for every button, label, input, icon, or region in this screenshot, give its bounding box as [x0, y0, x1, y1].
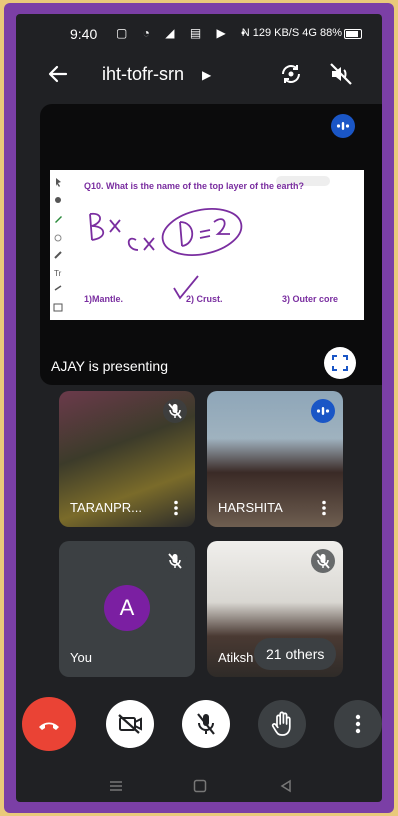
more-options-icon[interactable]	[167, 499, 185, 517]
participant-name: Atiksh	[218, 650, 254, 665]
phone-screen: 9:40 ▢ ◔ ◢ ▤ ▶ • N 129 KB/S 4G 88% iht-t…	[16, 14, 382, 802]
mic-off-icon	[197, 713, 215, 735]
participant-name: TARANPR...	[70, 500, 142, 515]
back-nav-icon[interactable]	[278, 778, 294, 794]
raise-hand-button[interactable]	[258, 700, 306, 748]
meeting-code[interactable]: iht-tofr-srn	[102, 64, 184, 85]
mic-muted-icon	[163, 399, 187, 423]
meeting-details-chevron-icon[interactable]: ▶	[202, 68, 211, 82]
participant-name: HARSHITA	[218, 500, 283, 515]
camera-off-icon	[118, 714, 142, 734]
more-options-button[interactable]	[334, 700, 382, 748]
slide-option-3: 3) Outer core	[282, 294, 339, 304]
status-notification-icons: ▢ ◔ ◢ ▤ ▶ •	[116, 26, 252, 40]
meeting-top-bar: iht-tofr-srn ▶	[16, 54, 382, 96]
status-network-battery: N 129 KB/S 4G 88%	[241, 27, 342, 39]
more-options-icon[interactable]	[315, 499, 333, 517]
presentation-tile[interactable]: Tr Q10. What is the name of the top laye…	[40, 104, 382, 385]
participant-name: You	[70, 650, 92, 665]
participant-tile[interactable]: HARSHITA	[207, 391, 343, 527]
battery-icon	[344, 29, 362, 39]
self-tile[interactable]: A You	[59, 541, 195, 677]
end-call-button[interactable]	[22, 697, 76, 751]
raise-hand-icon	[271, 711, 291, 736]
slide-option-1: 1)Mantle.	[84, 294, 124, 304]
speaking-indicator-icon	[311, 399, 335, 423]
slide-option-2: 2) Crust.	[186, 294, 223, 304]
avatar: A	[104, 585, 150, 631]
others-count-chip[interactable]: 21 others	[254, 638, 337, 670]
participant-tile[interactable]: TARANPR...	[59, 391, 195, 527]
fullscreen-button[interactable]	[324, 347, 356, 379]
mic-toggle-button[interactable]	[182, 700, 230, 748]
more-vert-icon	[355, 714, 361, 734]
mic-muted-icon	[311, 549, 335, 573]
switch-camera-icon[interactable]	[278, 61, 304, 87]
presenter-audio-indicator-icon	[331, 114, 355, 138]
status-time: 9:40	[70, 26, 98, 42]
camera-toggle-button[interactable]	[106, 700, 154, 748]
speaker-off-icon[interactable]	[328, 61, 354, 87]
mic-muted-icon	[163, 549, 187, 573]
system-nav-bar	[16, 770, 382, 802]
recent-apps-icon[interactable]	[108, 778, 124, 794]
home-icon[interactable]	[192, 778, 208, 794]
back-arrow-icon[interactable]	[46, 62, 70, 86]
shared-slide: Tr Q10. What is the name of the top laye…	[50, 170, 364, 320]
presenter-label: AJAY is presenting	[51, 358, 168, 374]
status-bar: 9:40 ▢ ◔ ◢ ▤ ▶ • N 129 KB/S 4G 88%	[16, 14, 382, 54]
